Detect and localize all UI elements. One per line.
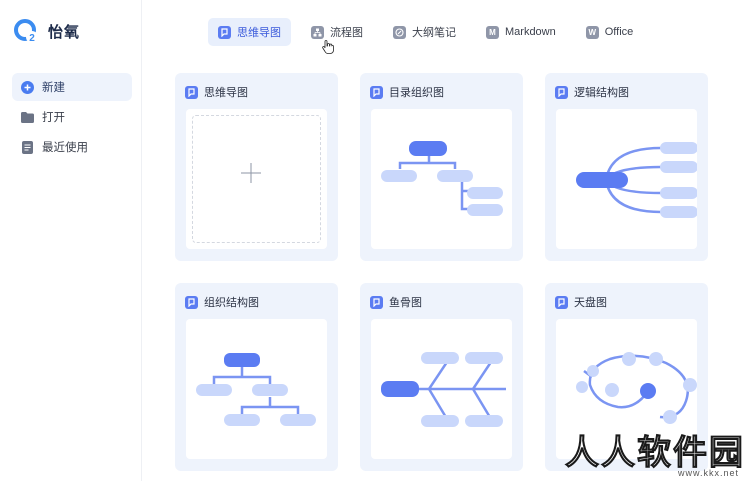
branch-node bbox=[660, 187, 697, 199]
watermark-text: 人人软件园 bbox=[565, 433, 745, 473]
card-title-text: 逻辑结构图 bbox=[574, 87, 629, 99]
child-node bbox=[196, 384, 232, 396]
sidebar-item-new[interactable]: 新建 bbox=[12, 73, 132, 101]
directory-diagram bbox=[381, 141, 503, 216]
orbit-node bbox=[587, 365, 599, 377]
branch-node bbox=[660, 206, 697, 218]
bone-node bbox=[465, 415, 503, 427]
mindmap-icon bbox=[555, 295, 568, 309]
tab-flowchart[interactable]: 流程图 bbox=[301, 18, 373, 46]
logic-diagram bbox=[576, 142, 697, 218]
orbit-node bbox=[605, 383, 619, 397]
mindmap-icon bbox=[555, 85, 568, 99]
mindmap-icon bbox=[185, 85, 198, 99]
bone-node bbox=[421, 352, 459, 364]
tab-label: 大纲笔记 bbox=[412, 27, 456, 39]
root-node bbox=[224, 353, 260, 367]
bone-node bbox=[465, 352, 503, 364]
tab-label: Markdown bbox=[505, 26, 556, 38]
center-node bbox=[640, 383, 656, 399]
sidebar-item-label: 打开 bbox=[42, 112, 65, 124]
mindmap-icon bbox=[370, 85, 383, 99]
template-card-blank-mindmap[interactable]: 思维导图 bbox=[175, 73, 338, 261]
office-icon: W bbox=[585, 25, 599, 39]
card-title-text: 天盘图 bbox=[574, 297, 607, 309]
template-card-logic[interactable]: 逻辑结构图 bbox=[545, 73, 708, 261]
mindmap-icon bbox=[185, 295, 198, 309]
logo-icon: 2 bbox=[14, 19, 38, 44]
sidebar-item-label: 最近使用 bbox=[42, 142, 88, 154]
plus-circle-icon bbox=[20, 80, 34, 94]
orbit-node bbox=[622, 352, 636, 366]
app-window: 2 怡氧 新建 打开 最近使用 思维导图 流程图 大纲笔记 M Markdown… bbox=[0, 0, 749, 481]
child-node bbox=[252, 384, 288, 396]
orbit-node bbox=[663, 410, 677, 424]
document-icon bbox=[20, 140, 34, 154]
head-node bbox=[381, 381, 419, 397]
tab-label: Office bbox=[604, 26, 634, 38]
hand-cursor-icon bbox=[322, 40, 334, 54]
plus-icon bbox=[241, 163, 261, 183]
card-title-text: 组织结构图 bbox=[204, 297, 259, 309]
outline-icon bbox=[393, 25, 406, 39]
sidebar: 2 怡氧 新建 打开 最近使用 bbox=[0, 0, 142, 481]
card-preview bbox=[556, 109, 697, 249]
fishbone-diagram bbox=[381, 352, 506, 427]
tab-label: 思维导图 bbox=[237, 27, 281, 39]
branch-node bbox=[660, 142, 697, 154]
card-preview bbox=[186, 109, 327, 249]
card-title: 目录组织图 bbox=[370, 84, 444, 100]
leaf-node bbox=[280, 414, 316, 426]
child-node bbox=[437, 170, 473, 182]
card-title-text: 目录组织图 bbox=[389, 87, 444, 99]
card-preview bbox=[186, 319, 327, 459]
svg-text:2: 2 bbox=[29, 33, 35, 44]
card-title-text: 思维导图 bbox=[204, 87, 248, 99]
root-node bbox=[576, 172, 628, 188]
sidebar-nav: 新建 打开 最近使用 bbox=[12, 73, 132, 163]
child-node bbox=[381, 170, 417, 182]
sidebar-item-recent[interactable]: 最近使用 bbox=[12, 133, 132, 161]
card-title: 思维导图 bbox=[185, 84, 248, 100]
template-card-fishbone[interactable]: 鱼骨图 bbox=[360, 283, 523, 471]
card-title: 天盘图 bbox=[555, 294, 607, 310]
card-title: 鱼骨图 bbox=[370, 294, 422, 310]
orbit-node bbox=[649, 352, 663, 366]
tab-outline[interactable]: 大纲笔记 bbox=[383, 18, 466, 46]
mindmap-icon bbox=[218, 25, 231, 39]
top-tabs: 思维导图 流程图 大纲笔记 M Markdown W Office bbox=[208, 18, 653, 46]
app-name: 怡氧 bbox=[48, 23, 81, 41]
card-title-text: 鱼骨图 bbox=[389, 297, 422, 309]
tab-office[interactable]: W Office bbox=[576, 18, 644, 46]
card-title: 逻辑结构图 bbox=[555, 84, 629, 100]
card-preview bbox=[371, 319, 512, 459]
org-diagram bbox=[196, 353, 316, 426]
card-preview bbox=[371, 109, 512, 249]
markdown-icon: M bbox=[486, 25, 499, 39]
leaf-node bbox=[467, 187, 503, 199]
template-card-directory[interactable]: 目录组织图 bbox=[360, 73, 523, 261]
tab-markdown[interactable]: M Markdown bbox=[476, 18, 566, 46]
root-node bbox=[409, 141, 447, 156]
leaf-node bbox=[224, 414, 260, 426]
folder-icon bbox=[20, 110, 34, 124]
flowchart-icon bbox=[311, 25, 324, 39]
sidebar-item-label: 新建 bbox=[42, 82, 65, 94]
sidebar-item-open[interactable]: 打开 bbox=[12, 103, 132, 131]
leaf-node bbox=[467, 204, 503, 216]
branch-node bbox=[660, 161, 697, 173]
card-title: 组织结构图 bbox=[185, 294, 259, 310]
template-card-org[interactable]: 组织结构图 bbox=[175, 283, 338, 471]
orbit-node bbox=[576, 381, 588, 393]
app-logo: 2 怡氧 bbox=[14, 18, 80, 44]
bone-node bbox=[421, 415, 459, 427]
orbit-node bbox=[683, 378, 697, 392]
watermark: 人人软件园 www.kkx.net bbox=[565, 433, 745, 479]
mindmap-icon bbox=[370, 295, 383, 309]
tab-mindmap[interactable]: 思维导图 bbox=[208, 18, 291, 46]
tab-label: 流程图 bbox=[330, 27, 363, 39]
